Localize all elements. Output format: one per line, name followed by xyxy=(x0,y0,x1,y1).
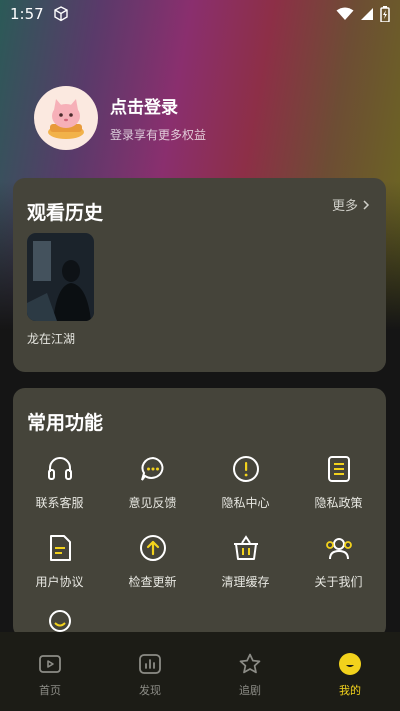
exclamation-circle-icon xyxy=(232,456,259,482)
login-section[interactable]: 点击登录 登录享有更多权益 xyxy=(34,86,206,150)
func-label: 隐私政策 xyxy=(314,496,363,510)
check-update-button[interactable]: 检查更新 xyxy=(106,533,199,590)
func-label: 隐私中心 xyxy=(221,496,270,510)
user-face-icon[interactable] xyxy=(47,608,73,634)
clear-cache-button[interactable]: 清理缓存 xyxy=(199,533,292,590)
functions-grid: 联系客服 意见反馈 隐私中心 隐私政策 用户协议 检查更新 清理缓存 关于我们 xyxy=(13,454,386,590)
cube-icon xyxy=(53,6,68,22)
play-icon xyxy=(39,655,61,673)
history-more-link[interactable]: 更多 xyxy=(332,195,370,214)
history-title: 观看历史 xyxy=(27,202,104,224)
func-label: 关于我们 xyxy=(314,575,363,589)
tab-discover[interactable]: 发现 xyxy=(100,632,200,711)
upload-circle-icon xyxy=(139,535,166,561)
func-label: 用户协议 xyxy=(35,575,84,589)
signal-icon xyxy=(361,8,373,20)
functions-title: 常用功能 xyxy=(27,412,104,434)
tab-label: 追剧 xyxy=(239,684,261,697)
tab-home[interactable]: 首页 xyxy=(0,632,100,711)
basket-icon xyxy=(233,535,258,560)
battery-icon xyxy=(380,6,390,22)
more-label: 更多 xyxy=(331,199,358,214)
status-bar: 1:57 xyxy=(0,0,400,28)
chart-icon xyxy=(139,654,161,674)
headset-icon xyxy=(47,457,72,480)
func-label: 意见反馈 xyxy=(128,496,177,510)
privacy-policy-button[interactable]: 隐私政策 xyxy=(292,454,385,511)
smile-icon xyxy=(339,653,361,675)
user-agreement-button[interactable]: 用户协议 xyxy=(13,533,106,590)
login-subtitle: 登录享有更多权益 xyxy=(110,128,207,142)
history-thumbnail[interactable] xyxy=(27,233,94,321)
contact-service-button[interactable]: 联系客服 xyxy=(13,454,106,511)
bottom-tab-bar: 首页 发现 追剧 我的 xyxy=(0,632,400,711)
func-label: 联系客服 xyxy=(35,496,84,510)
chat-bubble-icon xyxy=(140,456,163,481)
status-time: 1:57 xyxy=(10,5,44,23)
functions-card: 常用功能 联系客服 意见反馈 隐私中心 隐私政策 用户协议 检查更新 清理缓存 … xyxy=(13,388,386,638)
tab-mine[interactable]: 我的 xyxy=(300,632,400,711)
tab-label: 首页 xyxy=(39,684,61,697)
feedback-button[interactable]: 意见反馈 xyxy=(106,454,199,511)
cat-cake-icon xyxy=(48,99,84,139)
people-icon xyxy=(325,538,352,560)
func-label: 清理缓存 xyxy=(221,575,270,589)
chevron-right-icon xyxy=(363,199,370,210)
tab-follow[interactable]: 追剧 xyxy=(200,632,300,711)
star-icon xyxy=(239,653,261,674)
tab-label: 我的 xyxy=(339,684,361,697)
avatar[interactable] xyxy=(34,86,98,150)
file-icon xyxy=(49,535,71,561)
document-icon xyxy=(327,456,350,482)
login-title[interactable]: 点击登录 xyxy=(110,93,206,118)
video-still-image xyxy=(27,233,94,321)
history-card: 观看历史 更多 龙在江湖 xyxy=(13,178,386,372)
tab-label: 发现 xyxy=(139,684,161,697)
wifi-icon xyxy=(336,7,354,20)
privacy-center-button[interactable]: 隐私中心 xyxy=(199,454,292,511)
func-label: 检查更新 xyxy=(128,575,177,589)
about-us-button[interactable]: 关于我们 xyxy=(292,533,385,590)
history-item-title[interactable]: 龙在江湖 xyxy=(27,330,75,347)
